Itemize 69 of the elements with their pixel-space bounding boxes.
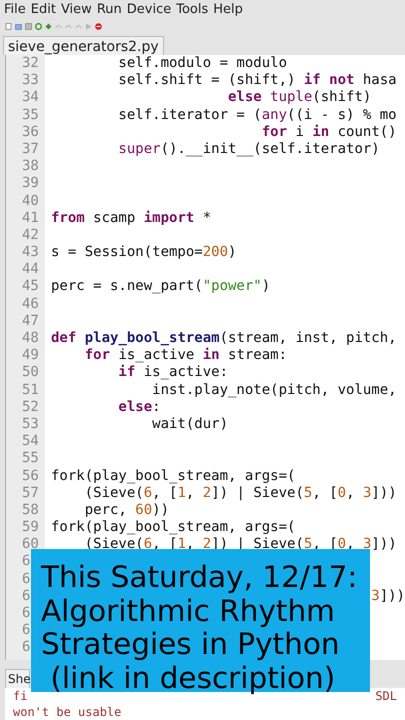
line-number: 38 xyxy=(22,158,40,176)
line-number: 50 xyxy=(22,364,40,382)
code-line: super().__init__(self.iterator) xyxy=(117,140,380,158)
line-number: 45 xyxy=(22,278,40,296)
code-line: for is_active in stream: xyxy=(84,347,288,364)
line-number: 33 xyxy=(22,72,40,90)
line-number: 34 xyxy=(22,89,40,107)
line-number: 42 xyxy=(22,226,40,244)
line-number: 6 xyxy=(22,639,32,657)
line-number: 6 xyxy=(22,553,32,571)
line-number: 54 xyxy=(22,433,40,450)
code-line: def play_bool_stream(stream, inst, pitch, xyxy=(51,330,397,348)
line-number: 46 xyxy=(22,296,40,313)
line-number: 37 xyxy=(22,140,40,158)
line-number: 32 xyxy=(22,55,40,72)
line-number: 47 xyxy=(22,312,40,330)
menu-item[interactable]: View xyxy=(60,2,92,17)
code-line: perc = s.new_part("power") xyxy=(51,278,270,296)
menu-item[interactable]: Help xyxy=(213,2,243,17)
line-number: 40 xyxy=(22,192,40,210)
line-number: 39 xyxy=(22,175,40,192)
menu-item[interactable]: Run xyxy=(96,2,122,17)
line-number: 43 xyxy=(22,244,40,262)
menu-item[interactable]: File xyxy=(4,2,26,17)
output-text: won't be usable xyxy=(13,704,122,720)
line-number: 44 xyxy=(22,261,40,278)
code-line: else: xyxy=(117,398,161,416)
code-line: inst.play_note(pitch, volume, xyxy=(151,382,397,399)
line-number: 49 xyxy=(22,347,40,364)
code-line: self.shift = (shift,) if not hasa xyxy=(117,72,397,90)
code-line: 3])) xyxy=(371,588,405,605)
line-number: 53 xyxy=(22,416,40,434)
code-line: wait(dur) xyxy=(151,416,228,434)
document-icon[interactable] xyxy=(5,22,12,30)
output-text: fi xyxy=(13,688,28,704)
code-line: perc, 60)) xyxy=(84,502,170,520)
line-number: 55 xyxy=(22,450,40,468)
line-number: 57 xyxy=(22,484,40,502)
line-number: 6 xyxy=(22,588,32,605)
code-line: fork(play_bool_stream, args=( xyxy=(51,519,296,536)
code-line: self.modulo = modulo xyxy=(117,55,288,72)
line-number: 52 xyxy=(22,398,40,416)
line-number: 56 xyxy=(22,468,40,485)
code-line: self.iterator = (any((i - s) % mo xyxy=(117,106,397,124)
code-line: (Sieve(6, [1, 2]) | Sieve(5, [0, 3])) xyxy=(84,484,397,502)
stop-icon[interactable] xyxy=(95,22,102,30)
line-number: 48 xyxy=(22,330,40,348)
code-line: for i in count() xyxy=(260,124,397,141)
code-line: fork(play_bool_stream, args=( xyxy=(51,468,296,485)
line-number: 60 xyxy=(22,536,40,554)
shell-tab[interactable]: She xyxy=(5,669,30,688)
line-number: 51 xyxy=(22,382,40,399)
menu-item[interactable]: Tools xyxy=(176,2,208,17)
line-number: 35 xyxy=(22,106,40,124)
line-number: 6 xyxy=(22,622,32,640)
line-number: 36 xyxy=(22,124,40,141)
line-number: 6 xyxy=(22,605,32,622)
line-number: 41 xyxy=(22,210,40,227)
line-number: 58 xyxy=(22,502,40,520)
menu-item[interactable]: Edit xyxy=(30,2,56,17)
line-number: 59 xyxy=(22,519,40,536)
code-line: else tuple(shift) xyxy=(227,89,372,107)
code-line: s = Session(tempo=200) xyxy=(51,244,236,262)
code-line: from scamp import * xyxy=(51,210,212,227)
caption-text: This Saturday, 12/17: Algorithmic Rhythm Strategies in Python (link in description) xyxy=(41,561,358,696)
output-text: SDL xyxy=(375,688,397,704)
menu-item[interactable]: Device xyxy=(126,2,172,17)
code-line: if is_active: xyxy=(117,364,228,382)
editor-tab[interactable]: sieve_generators2.py xyxy=(3,36,164,55)
